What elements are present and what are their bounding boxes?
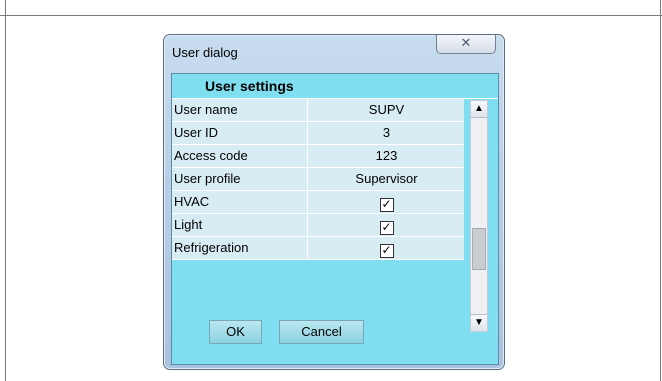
section-header: User settings — [172, 74, 498, 99]
frame-top-line — [0, 15, 662, 16]
light-checkbox[interactable]: ✓ — [379, 221, 394, 235]
row-label: User name — [172, 99, 308, 121]
scroll-down-button[interactable]: ▼ — [471, 314, 487, 331]
scroll-up-button[interactable]: ▲ — [471, 101, 487, 118]
row-value[interactable]: ✓ — [309, 191, 464, 213]
row-value[interactable]: ✓ — [309, 214, 464, 236]
row-value[interactable]: 123 — [309, 145, 464, 167]
row-label: Refrigeration — [172, 237, 308, 259]
hvac-checkbox[interactable]: ✓ — [379, 198, 394, 212]
row-value[interactable]: SUPV — [309, 99, 464, 121]
user-dialog-window: User dialog ✕ User settings User name SU… — [163, 34, 505, 370]
close-button[interactable]: ✕ — [436, 35, 496, 54]
row-value[interactable]: ✓ — [309, 237, 464, 259]
ok-button[interactable]: OK — [209, 320, 262, 344]
settings-row-hvac[interactable]: HVAC ✓ — [172, 191, 464, 214]
section-title: User settings — [205, 78, 294, 94]
row-label: User profile — [172, 168, 308, 190]
refrigeration-checkbox[interactable]: ✓ — [379, 244, 394, 258]
frame-right-line — [660, 0, 661, 381]
settings-row-user-id[interactable]: User ID 3 — [172, 122, 464, 145]
row-label: Light — [172, 214, 308, 236]
settings-row-user-name[interactable]: User name SUPV — [172, 99, 464, 122]
close-icon: ✕ — [460, 35, 472, 50]
dialog-client-area: User settings User name SUPV User ID 3 A… — [171, 73, 499, 365]
vertical-scrollbar[interactable]: ▲ ▼ — [470, 100, 488, 332]
settings-row-user-profile[interactable]: User profile Supervisor — [172, 168, 464, 191]
settings-row-light[interactable]: Light ✓ — [172, 214, 464, 237]
row-value[interactable]: Supervisor — [309, 168, 464, 190]
frame-left-line — [5, 0, 6, 381]
row-label: Access code — [172, 145, 308, 167]
scroll-thumb[interactable] — [472, 228, 486, 270]
arrow-up-icon: ▲ — [474, 103, 484, 114]
settings-row-refrigeration[interactable]: Refrigeration ✓ — [172, 237, 464, 260]
settings-row-access-code[interactable]: Access code 123 — [172, 145, 464, 168]
row-value[interactable]: 3 — [309, 122, 464, 144]
row-label: HVAC — [172, 191, 308, 213]
cancel-button[interactable]: Cancel — [279, 320, 364, 344]
settings-grid: User name SUPV User ID 3 Access code 123… — [172, 99, 464, 260]
row-label: User ID — [172, 122, 308, 144]
dialog-title: User dialog — [172, 45, 238, 60]
arrow-down-icon: ▼ — [474, 317, 484, 328]
